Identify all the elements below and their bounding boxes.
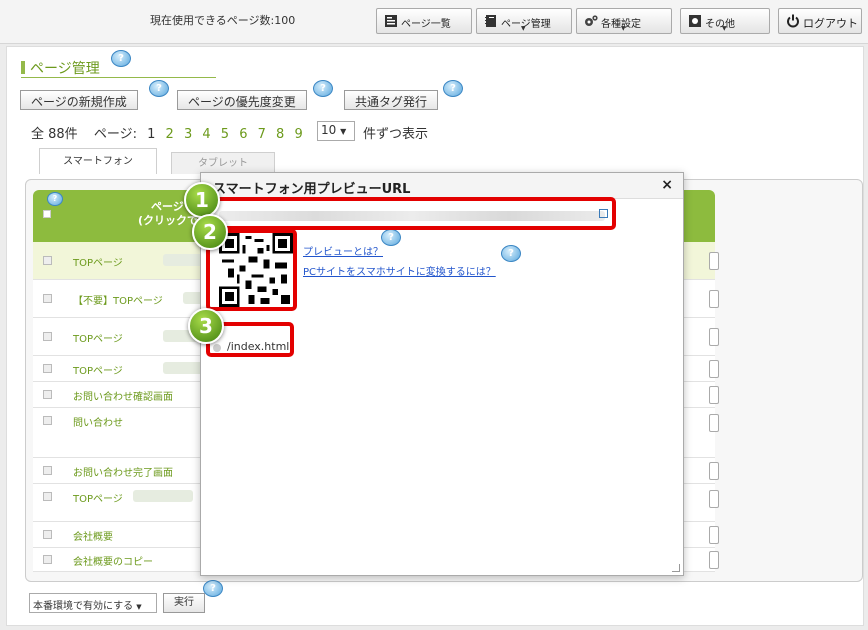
new-page-button[interactable]: ページの新規作成 bbox=[20, 90, 138, 110]
common-tag-button[interactable]: 共通タグ発行 bbox=[344, 90, 439, 110]
page-link[interactable]: 6 bbox=[239, 127, 247, 142]
row-action-button[interactable] bbox=[709, 526, 719, 544]
nav-label: その他 bbox=[705, 19, 735, 30]
blurred-content bbox=[133, 490, 193, 502]
row-checkbox[interactable] bbox=[43, 364, 52, 373]
chevron-down-icon: ▼ bbox=[340, 127, 347, 136]
other-icon bbox=[689, 15, 701, 27]
tab-smartphone[interactable]: スマートフォン bbox=[39, 148, 157, 174]
page-link[interactable]: 7 bbox=[258, 127, 266, 142]
page-link[interactable]: 9 bbox=[294, 127, 302, 142]
step-marker-1: 1 bbox=[184, 182, 220, 218]
total-count: 全 88件 bbox=[31, 127, 78, 142]
row-checkbox[interactable] bbox=[43, 294, 52, 303]
select-all-checkbox[interactable] bbox=[43, 210, 51, 218]
chevron-down-icon: ▼ bbox=[136, 603, 142, 611]
resize-handle[interactable] bbox=[672, 564, 680, 572]
row-page-name[interactable]: 会社概要のコピー bbox=[73, 553, 153, 568]
page-title-text: ページ管理 bbox=[30, 61, 100, 77]
page-link[interactable]: 2 bbox=[166, 127, 174, 142]
pager: 全 88件 ページ: 1 2 3 4 5 6 7 8 9 bbox=[31, 123, 309, 142]
row-action-button[interactable] bbox=[709, 462, 719, 480]
row-page-name[interactable]: 【不要】TOPページ bbox=[73, 292, 163, 307]
per-page-select[interactable]: 10 ▼ bbox=[317, 121, 355, 141]
page-label: ページ: bbox=[93, 127, 137, 142]
row-action-button[interactable] bbox=[709, 490, 719, 508]
row-checkbox[interactable] bbox=[43, 390, 52, 399]
row-page-name[interactable]: TOPページ bbox=[73, 490, 123, 505]
priority-change-button[interactable]: ページの優先度変更 bbox=[177, 90, 307, 110]
row-page-name[interactable]: お問い合わせ確認画面 bbox=[73, 388, 173, 403]
help-icon[interactable]: ? bbox=[501, 245, 521, 262]
title-bar-accent bbox=[21, 61, 25, 74]
row-action-button[interactable] bbox=[709, 386, 719, 404]
what-is-preview-link[interactable]: プレビューとは？ bbox=[303, 243, 383, 258]
dialog-title: スマートフォン用プレビューURL bbox=[201, 173, 683, 199]
row-checkbox[interactable] bbox=[43, 492, 52, 501]
chevron-down-icon: ▼ bbox=[621, 25, 626, 32]
nav-page-management-button[interactable]: ページ管理 ▼ bbox=[476, 8, 572, 34]
nav-other-button[interactable]: その他 ▼ bbox=[680, 8, 770, 34]
page-count-text: 現在使用できるページ数:100 bbox=[150, 14, 296, 27]
row-action-button[interactable] bbox=[709, 252, 719, 270]
row-checkbox[interactable] bbox=[43, 256, 52, 265]
nav-page-list-button[interactable]: ページ一覧 bbox=[376, 8, 472, 34]
gears-icon bbox=[585, 15, 598, 26]
page-link[interactable]: 3 bbox=[184, 127, 192, 142]
row-page-name[interactable]: 会社概要 bbox=[73, 528, 113, 543]
help-icon[interactable]: ? bbox=[111, 50, 131, 67]
chevron-down-icon: ▼ bbox=[722, 25, 727, 32]
nav-settings-button[interactable]: 各種設定 ▼ bbox=[576, 8, 672, 34]
row-page-name[interactable]: TOPページ bbox=[73, 254, 123, 269]
bulk-action-value: 本番環境で有効にする bbox=[33, 601, 134, 612]
page-link[interactable]: 8 bbox=[276, 127, 284, 142]
current-page: 1 bbox=[147, 127, 156, 142]
notebook-icon bbox=[485, 15, 496, 27]
row-action-button[interactable] bbox=[709, 414, 719, 432]
help-icon[interactable]: ? bbox=[313, 80, 333, 97]
page-link[interactable]: 4 bbox=[202, 127, 210, 142]
row-checkbox[interactable] bbox=[43, 555, 52, 564]
row-action-button[interactable] bbox=[709, 551, 719, 569]
tab-tablet[interactable]: タブレット bbox=[171, 152, 275, 174]
row-page-name[interactable]: TOPページ bbox=[73, 362, 123, 377]
row-action-button[interactable] bbox=[709, 290, 719, 308]
row-page-name[interactable]: 問い合わせ bbox=[73, 414, 123, 429]
help-icon[interactable]: ? bbox=[47, 192, 63, 206]
help-icon[interactable]: ? bbox=[381, 229, 401, 246]
row-action-button[interactable] bbox=[709, 328, 719, 346]
per-page-value: 10 bbox=[321, 123, 337, 137]
row-page-name[interactable]: TOPページ bbox=[73, 330, 123, 345]
row-checkbox[interactable] bbox=[43, 332, 52, 341]
row-page-name[interactable]: お問い合わせ完了画面 bbox=[73, 464, 173, 479]
pc-to-smartphone-link[interactable]: PCサイトをスマホサイトに変換するには？ bbox=[303, 263, 496, 278]
nav-label: ログアウト bbox=[803, 17, 858, 30]
row-checkbox[interactable] bbox=[43, 416, 52, 425]
page-list-icon bbox=[385, 15, 397, 27]
nav-label: ページ一覧 bbox=[401, 19, 451, 30]
logout-button[interactable]: ログアウト bbox=[778, 8, 862, 34]
row-checkbox[interactable] bbox=[43, 530, 52, 539]
bulk-action-select[interactable]: 本番環境で有効にする ▼ bbox=[29, 593, 157, 613]
help-icon[interactable]: ? bbox=[203, 580, 223, 597]
step-marker-3: 3 bbox=[188, 308, 224, 344]
power-icon bbox=[787, 14, 799, 28]
close-icon[interactable]: × bbox=[661, 177, 673, 193]
page-link[interactable]: 5 bbox=[221, 127, 229, 142]
row-action-button[interactable] bbox=[709, 360, 719, 378]
column-header: (クリックで bbox=[138, 214, 199, 227]
help-icon[interactable]: ? bbox=[443, 80, 463, 97]
per-page-text: 件ずつ表示 bbox=[363, 127, 429, 142]
top-bar: 現在使用できるページ数:100 ページ一覧 ページ管理 ▼ 各種設定 ▼ その他… bbox=[0, 0, 868, 44]
highlight-box-url bbox=[203, 197, 616, 230]
help-icon[interactable]: ? bbox=[149, 80, 169, 97]
row-checkbox[interactable] bbox=[43, 466, 52, 475]
step-marker-2: 2 bbox=[192, 214, 228, 250]
chevron-down-icon: ▼ bbox=[521, 25, 526, 32]
execute-button[interactable]: 実行 bbox=[163, 593, 205, 613]
